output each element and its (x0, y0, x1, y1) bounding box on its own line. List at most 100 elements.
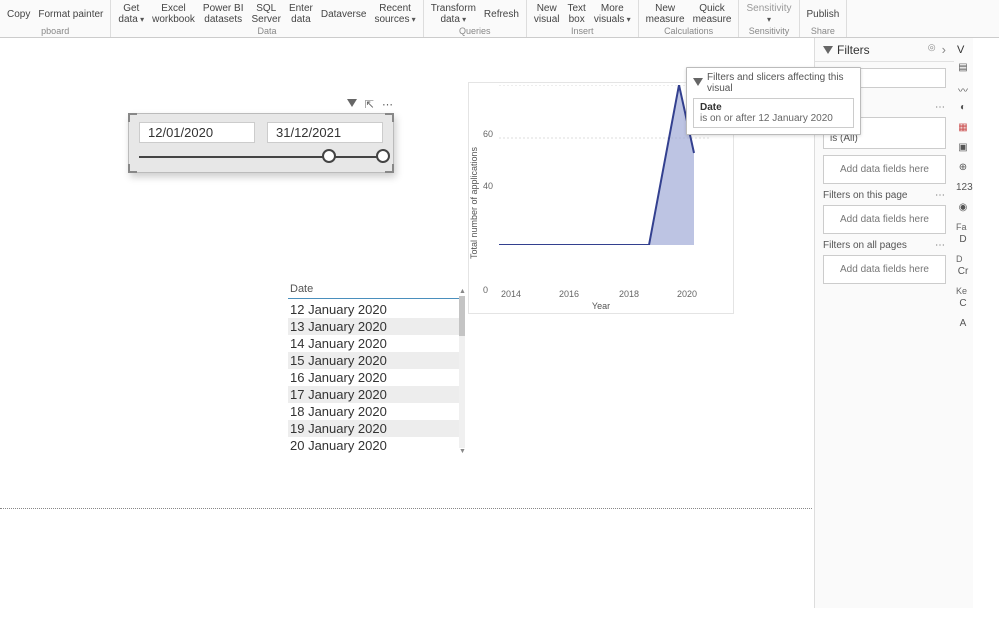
ribbon-button[interactable]: Getdata (114, 0, 148, 26)
y-tick: 60 (483, 129, 493, 139)
ribbon-group: NewmeasureQuickmeasureCalculations (639, 0, 740, 37)
ribbon-button[interactable]: Newvisual (530, 0, 564, 26)
focus-mode-icon[interactable] (365, 98, 374, 111)
ribbon-group: PublishShare (800, 0, 848, 37)
ribbon-button[interactable]: Textbox (564, 0, 590, 26)
rail-label: D (956, 254, 970, 264)
field-well-icon[interactable]: A (956, 318, 970, 332)
table-row[interactable]: 14 January 2020 (288, 335, 460, 352)
viz-type-icon[interactable]: 〰 (956, 82, 970, 96)
viz-type-icon[interactable]: ⊕ (956, 162, 970, 176)
resize-handle-bl[interactable] (128, 164, 137, 173)
ribbon-group: NewvisualTextboxMorevisualsInsert (527, 0, 639, 37)
visualization-picker-rail: ▤ 〰 ◐ ▦ ▣ ⊕ 123 ◉ Fa D D Cr Ke C A (956, 62, 970, 338)
x-tick: 2014 (501, 289, 521, 299)
ribbon-group: TransformdataRefreshQueries (424, 0, 527, 37)
viz-type-icon[interactable]: ▤ (956, 62, 970, 76)
show-hide-icon[interactable] (928, 42, 936, 57)
ribbon-button[interactable]: Dataverse (317, 0, 371, 26)
ribbon-button[interactable]: Enterdata (285, 0, 317, 26)
ribbon-button[interactable]: Newmeasure (642, 0, 689, 26)
add-report-filter-dropzone[interactable]: Add data fields here (823, 255, 946, 284)
ribbon: CopyFormat painterpboardGetdataExcelwork… (0, 0, 999, 38)
ribbon-button[interactable]: Excelworkbook (148, 0, 199, 26)
rail-label: Fa (956, 222, 970, 232)
resize-handle-tr[interactable] (385, 113, 394, 122)
date-slider-handle-start[interactable] (322, 149, 336, 163)
area-plot (499, 85, 709, 245)
more-options-icon[interactable] (382, 98, 394, 111)
ribbon-button[interactable]: Quickmeasure (689, 0, 736, 26)
tooltip-filter-card: Date is on or after 12 January 2020 (693, 98, 854, 128)
y-tick: 40 (483, 181, 493, 191)
ribbon-group-label: Sensitivity (749, 26, 790, 38)
table-row[interactable]: 20 January 2020 (288, 437, 460, 454)
date-slider-handle-end[interactable] (376, 149, 390, 163)
field-well-icon[interactable]: C (956, 298, 970, 312)
x-tick: 2020 (677, 289, 697, 299)
ribbon-button[interactable]: Power BIdatasets (199, 0, 248, 26)
tooltip-field-name: Date (700, 102, 847, 113)
scrollbar-thumb[interactable] (459, 296, 465, 336)
visualizations-pane-label: V (954, 38, 973, 62)
ribbon-button[interactable]: Refresh (480, 0, 523, 26)
scrollbar-track[interactable] (459, 296, 465, 448)
resize-handle-tl[interactable] (128, 113, 137, 122)
scroll-down-icon[interactable]: ▼ (459, 448, 465, 455)
divider (288, 298, 460, 299)
date-from-input[interactable]: 12/01/2020 (139, 122, 255, 143)
ribbon-button[interactable]: Copy (3, 0, 34, 26)
ribbon-button[interactable]: Publish (803, 0, 844, 26)
more-options-icon[interactable] (935, 240, 946, 251)
more-options-icon[interactable] (935, 190, 946, 201)
table-row[interactable]: 16 January 2020 (288, 369, 460, 386)
ribbon-button[interactable]: Sensitivity (742, 0, 795, 26)
ribbon-group: GetdataExcelworkbookPower BIdatasetsSQLS… (111, 0, 423, 37)
add-visual-filter-dropzone[interactable]: Add data fields here (823, 155, 946, 184)
ribbon-button[interactable]: Morevisuals (590, 0, 635, 26)
date-to-input[interactable]: 31/12/2021 (267, 122, 383, 143)
x-tick: 2016 (559, 289, 579, 299)
scroll-up-icon[interactable]: ▲ (459, 288, 465, 295)
filters-on-page-heading: Filters on this page (823, 190, 908, 201)
tooltip-title: Filters and slicers affecting this visua… (707, 72, 854, 94)
viz-type-icon[interactable]: 123 (956, 182, 970, 196)
add-page-filter-dropzone[interactable]: Add data fields here (823, 205, 946, 234)
ribbon-button[interactable]: SQLServer (248, 0, 285, 26)
table-row[interactable]: 18 January 2020 (288, 403, 460, 420)
table-row[interactable]: 17 January 2020 (288, 386, 460, 403)
filter-icon[interactable] (347, 98, 357, 111)
ribbon-group-label: pboard (41, 26, 69, 38)
page-boundary (0, 508, 812, 509)
ribbon-button[interactable]: Format painter (34, 0, 107, 26)
table-row[interactable]: 13 January 2020 (288, 318, 460, 335)
date-slider-track[interactable] (139, 156, 383, 158)
x-axis-label: Year (469, 301, 733, 311)
ribbon-group: SensitivitySensitivity (739, 0, 799, 37)
filter-icon (693, 77, 703, 89)
table-row[interactable]: 15 January 2020 (288, 352, 460, 369)
filters-pane-title: Filters (837, 43, 870, 57)
table-row[interactable]: 19 January 2020 (288, 420, 460, 437)
ribbon-group: CopyFormat painterpboard (0, 0, 111, 37)
viz-type-icon[interactable]: ◉ (956, 202, 970, 216)
date-table-header[interactable]: Date (288, 280, 460, 298)
date-table-visual[interactable]: Date 12 January 202013 January 202014 Ja… (288, 280, 460, 454)
ribbon-group-label: Share (811, 26, 835, 38)
rail-label: Ke (956, 286, 970, 296)
viz-type-icon[interactable]: ▣ (956, 142, 970, 156)
table-row[interactable]: 12 January 2020 (288, 301, 460, 318)
field-well-icon[interactable]: Cr (956, 266, 970, 280)
ribbon-button[interactable]: Recentsources (370, 0, 419, 26)
date-slicer-visual[interactable]: 12/01/2020 31/12/2021 (128, 98, 394, 173)
ribbon-group-label: Insert (571, 26, 594, 38)
date-range-slicer[interactable]: 12/01/2020 31/12/2021 (128, 113, 394, 173)
viz-type-icon[interactable]: ▦ (956, 122, 970, 136)
viz-type-icon[interactable]: ◐ (956, 102, 970, 116)
resize-handle-br[interactable] (385, 164, 394, 173)
ribbon-group-label: Calculations (664, 26, 713, 38)
field-well-icon[interactable]: D (956, 234, 970, 248)
ribbon-button[interactable]: Transformdata (427, 0, 480, 26)
more-options-icon[interactable] (935, 102, 946, 113)
collapse-pane-icon[interactable] (942, 42, 946, 57)
